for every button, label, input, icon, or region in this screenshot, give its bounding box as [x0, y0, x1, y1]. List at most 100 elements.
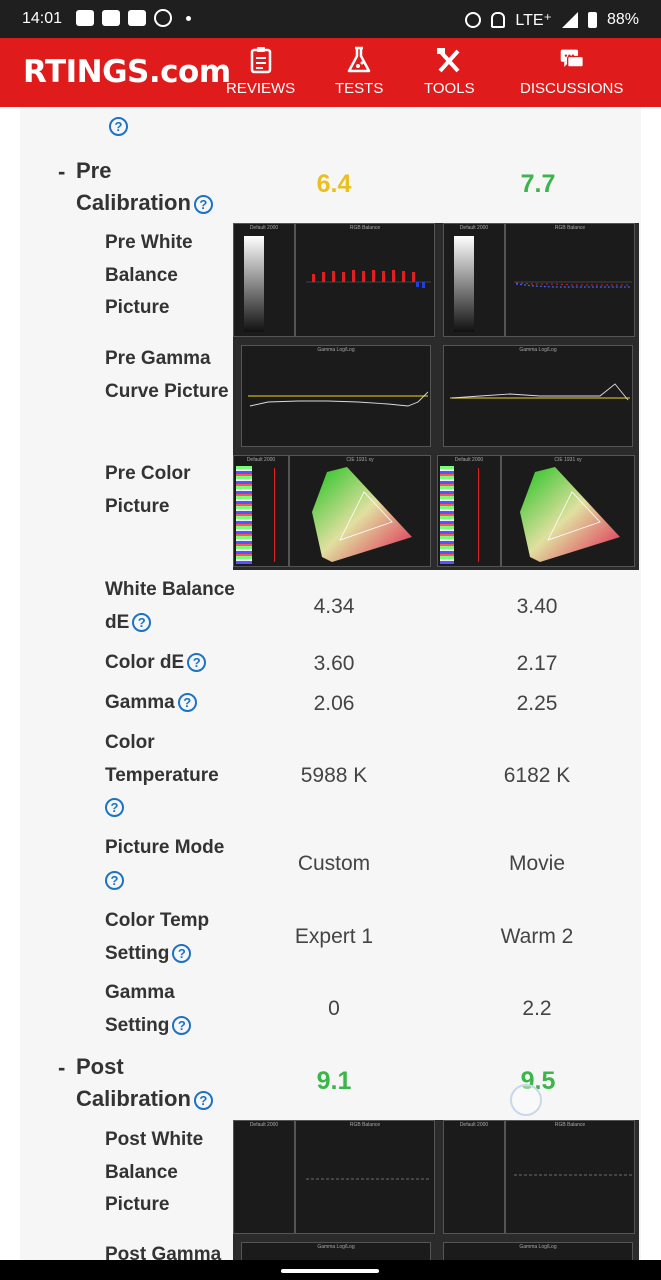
gamma-setting-right: 2.2 — [522, 997, 552, 1020]
gamma-setting-left: 0 — [328, 997, 340, 1020]
nav-tests-label: TESTS — [335, 80, 384, 97]
white-balance-de-label: White Balance dE? — [105, 574, 245, 639]
gamma-setting-label: Gamma Setting? — [105, 977, 225, 1042]
color-de-left: 3.60 — [313, 652, 355, 675]
color-swatches — [236, 466, 252, 564]
color-temperature-left: 5988 K — [300, 764, 368, 787]
color-swatches — [440, 466, 454, 564]
help-icon[interactable]: ? — [105, 870, 124, 890]
gamma-curve-panel-right: Gamma Log/Log — [443, 1242, 633, 1260]
graph-title: Gamma Log/Log — [519, 347, 557, 353]
color-temp-setting-label: Color Temp Setting? — [105, 905, 235, 970]
cie-chart-right — [520, 467, 620, 562]
color-temperature-right: 6182 K — [503, 764, 571, 787]
gamma-label: Gamma? — [105, 687, 245, 720]
post-gamma-label: Post Gamma — [105, 1244, 222, 1260]
cie-chart-panel-right: CIE 1931 xy — [501, 455, 635, 567]
color-temp-setting-left: Expert 1 — [294, 925, 374, 948]
rgb-balance-graph-right — [514, 1174, 632, 1176]
rgb-balance-graph — [306, 270, 431, 288]
help-icon[interactable]: ? — [193, 1090, 213, 1110]
home-handle[interactable] — [281, 1269, 379, 1273]
youtube-icon — [128, 10, 146, 26]
status-left-icons — [76, 9, 191, 27]
loading-spinner — [510, 1084, 542, 1116]
help-icon[interactable]: ? — [105, 798, 124, 818]
help-icon[interactable]: ? — [193, 194, 213, 214]
post-calibration-graphs: Default 2000 RGB Balance Default 2000 RG… — [233, 1120, 639, 1260]
gamma-curve-panel-right: Gamma Log/Log — [443, 345, 633, 447]
pre-score-right: 7.7 — [520, 170, 556, 198]
graph-title: Default 2000 — [249, 225, 279, 231]
post-calibration-collapse[interactable]: - — [58, 1055, 65, 1081]
post-title-line1: Post — [76, 1054, 124, 1079]
navigation-bar — [0, 1260, 661, 1280]
photos-icon — [76, 10, 94, 26]
pre-score-left: 6.4 — [316, 170, 352, 198]
graph-title: Default 2000 — [459, 1122, 489, 1128]
white-balance-de-right: 3.40 — [516, 595, 558, 618]
graph-title: RGB Balance — [554, 225, 586, 231]
default-grayscale-panel-right: Default 2000 — [443, 223, 505, 337]
graph-title: RGB Balance — [349, 1122, 381, 1128]
status-bar: 14:01 LTE⁺ 88% — [0, 0, 661, 38]
graph-title: Gamma Log/Log — [317, 347, 355, 353]
graph-title: RGB Balance — [554, 1122, 586, 1128]
smiley-icon — [154, 9, 172, 27]
picture-mode-label: Picture Mode ? — [105, 832, 235, 897]
cie-chart — [312, 467, 412, 562]
default-grayscale-panel-right: Default 2000 — [443, 1120, 505, 1234]
nav-tests[interactable]: TESTS — [335, 46, 383, 97]
nav-reviews[interactable]: REVIEWS — [226, 46, 295, 97]
battery-percent: 88% — [606, 11, 639, 28]
nav-tools[interactable]: TOOLS — [424, 46, 475, 97]
color-temp-setting-text: Color Temp Setting — [105, 910, 210, 964]
pre-white-balance-picture-label: Pre White Balance Picture — [105, 232, 193, 318]
picture-mode-left: Custom — [297, 852, 371, 875]
gamma-curve-graph — [248, 391, 428, 407]
pre-calibration-graphs: Default 2000 RGB Balance Default 2000 RG… — [233, 223, 639, 570]
dot-icon — [186, 15, 191, 21]
white-balance-de-left: 4.34 — [313, 595, 355, 618]
graph-title: RGB Balance — [349, 225, 381, 231]
network-label: LTE⁺ — [515, 12, 552, 29]
site-logo[interactable]: RTINGS.com — [23, 54, 231, 90]
alarm-icon — [465, 12, 482, 28]
post-calibration-title[interactable]: Post Calibration? — [76, 1051, 213, 1115]
pre-title-line1: Pre — [76, 158, 112, 183]
white-balance-de-text: White Balance dE — [105, 579, 235, 633]
picture-mode-right: Movie — [508, 852, 566, 875]
graph-title: Default 2000 — [249, 1122, 279, 1128]
clipboard-icon — [250, 47, 271, 74]
help-icon[interactable]: ? — [132, 612, 152, 632]
top-nav: RTINGS.com REVIEWS TESTS TOOLS DISCUSSIO… — [0, 38, 661, 107]
default-grayscale-panel: Default 2000 — [233, 223, 295, 337]
color-de-text: Color dE — [105, 652, 185, 673]
help-icon[interactable]: ? — [109, 117, 128, 136]
gamma-left: 2.06 — [313, 692, 355, 715]
target-line — [274, 468, 275, 562]
target-line — [478, 468, 479, 562]
flask-icon — [347, 46, 371, 73]
pre-calibration-title[interactable]: Pre Calibration? — [76, 155, 213, 219]
help-icon[interactable]: ? — [187, 653, 207, 673]
rgb-balance-panel-right: RGB Balance — [505, 223, 635, 337]
help-icon[interactable]: ? — [172, 943, 192, 963]
color-de-label: Color dE? — [105, 647, 245, 680]
pre-calibration-collapse[interactable]: - — [58, 159, 65, 185]
nav-discussions[interactable]: DISCUSSIONS — [520, 46, 623, 97]
grayscale-bar — [244, 236, 264, 332]
post-title-line2: Calibration — [76, 1086, 191, 1111]
battery-icon — [587, 12, 597, 28]
graph-title: Default 2000 — [246, 457, 276, 463]
gamma-curve-panel: Gamma Log/Log — [241, 345, 431, 447]
nav-discussions-label: DISCUSSIONS — [520, 80, 624, 97]
graph-title: Default 2000 — [454, 457, 484, 463]
help-icon[interactable]: ? — [177, 693, 197, 713]
help-icon[interactable]: ? — [172, 1015, 192, 1035]
color-temperature-label: Color Temperature ? — [105, 727, 240, 825]
status-time: 14:01 — [22, 10, 63, 27]
signal-icon — [561, 12, 578, 28]
picture-mode-text: Picture Mode — [105, 837, 225, 858]
youtube-icon — [102, 10, 120, 26]
